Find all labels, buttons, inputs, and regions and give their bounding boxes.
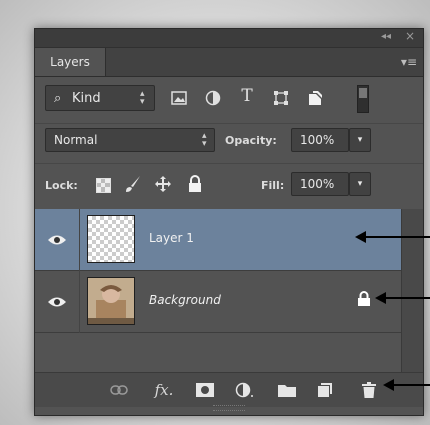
lock-row: Lock: Fill: 100% ▾ [35,163,423,204]
fill-field[interactable]: 100% [291,172,349,196]
blend-mode-value: Normal [54,133,98,147]
resize-grip[interactable] [213,405,245,411]
eye-icon[interactable] [45,291,69,313]
updown-icon: ▴ ▾ [202,131,207,149]
tab-bar: Layers ▾≡ [35,48,423,77]
layer-row-background[interactable]: Background [35,271,401,333]
filter-kind-label: Kind [72,91,101,106]
opacity-value: 100% [300,133,335,147]
opacity-field[interactable]: 100% [291,128,349,152]
tab-layers[interactable]: Layers [35,48,106,76]
blend-row: Normal ▴ ▾ Opacity: 100% ▾ [35,123,423,156]
layers-scrollbar[interactable] [401,209,423,372]
layer-thumbnail-photo [87,277,135,325]
layers-list: Layer 1 Background [35,209,401,372]
filter-kind-select[interactable]: ⌕ Kind ▴ ▾ [45,85,155,111]
delete-layer-icon[interactable] [359,381,379,399]
eye-icon[interactable] [45,229,69,251]
layer-thumbnail-transparent [87,215,135,263]
fill-dropdown-button[interactable]: ▾ [349,172,371,196]
lock-icon [357,291,371,311]
lock-all-icon[interactable] [185,175,205,193]
lock-label: Lock: [45,179,78,192]
adjustment-filter-icon[interactable] [203,89,223,107]
fill-label: Fill: [261,179,285,192]
opacity-label: Opacity: [225,134,277,147]
annotation-arrow [383,379,430,391]
photo-thumbnail-image [88,278,134,324]
search-icon: ⌕ [54,91,62,106]
lock-image-pixels-icon[interactable] [123,175,143,193]
adjustment-layer-icon[interactable] [235,381,255,399]
panel-title-bar[interactable]: ◂◂ × [35,29,423,48]
shape-filter-icon[interactable] [271,89,291,107]
layer-name[interactable]: Background [149,293,221,307]
lock-position-icon[interactable] [153,175,173,193]
type-filter-icon[interactable]: T [237,86,257,106]
row-divider [79,209,80,271]
lock-transparent-pixels-icon[interactable] [93,176,113,194]
add-mask-icon[interactable] [195,381,215,399]
bottom-toolbar: fx. [35,372,423,407]
updown-icon: ▴ ▾ [140,89,145,107]
annotation-arrow [375,292,430,304]
close-icon[interactable]: × [405,30,415,42]
row-divider [79,271,80,333]
collapse-icon[interactable]: ◂◂ [381,32,391,42]
blend-mode-select[interactable]: Normal ▴ ▾ [45,128,215,152]
link-layers-icon[interactable] [109,381,129,399]
image-filter-icon[interactable] [169,89,189,107]
fx-layer-style-icon[interactable]: fx. [151,381,177,399]
new-layer-icon[interactable] [315,381,335,399]
filter-row: ⌕ Kind ▴ ▾ T [35,83,423,115]
annotation-arrow [355,231,430,243]
layers-panel: ◂◂ × Layers ▾≡ ⌕ Kind ▴ ▾ T Normal ▴ ▾ O… [34,28,424,416]
panel-menu-icon[interactable]: ▾≡ [401,55,417,69]
layer-name[interactable]: Layer 1 [149,231,194,245]
new-group-icon[interactable] [277,381,297,399]
filter-toggle-icon[interactable] [357,85,369,113]
smart-object-filter-icon[interactable] [305,89,325,107]
opacity-dropdown-button[interactable]: ▾ [349,128,371,152]
layer-row-layer-1[interactable]: Layer 1 [35,209,401,271]
fill-value: 100% [300,177,335,191]
